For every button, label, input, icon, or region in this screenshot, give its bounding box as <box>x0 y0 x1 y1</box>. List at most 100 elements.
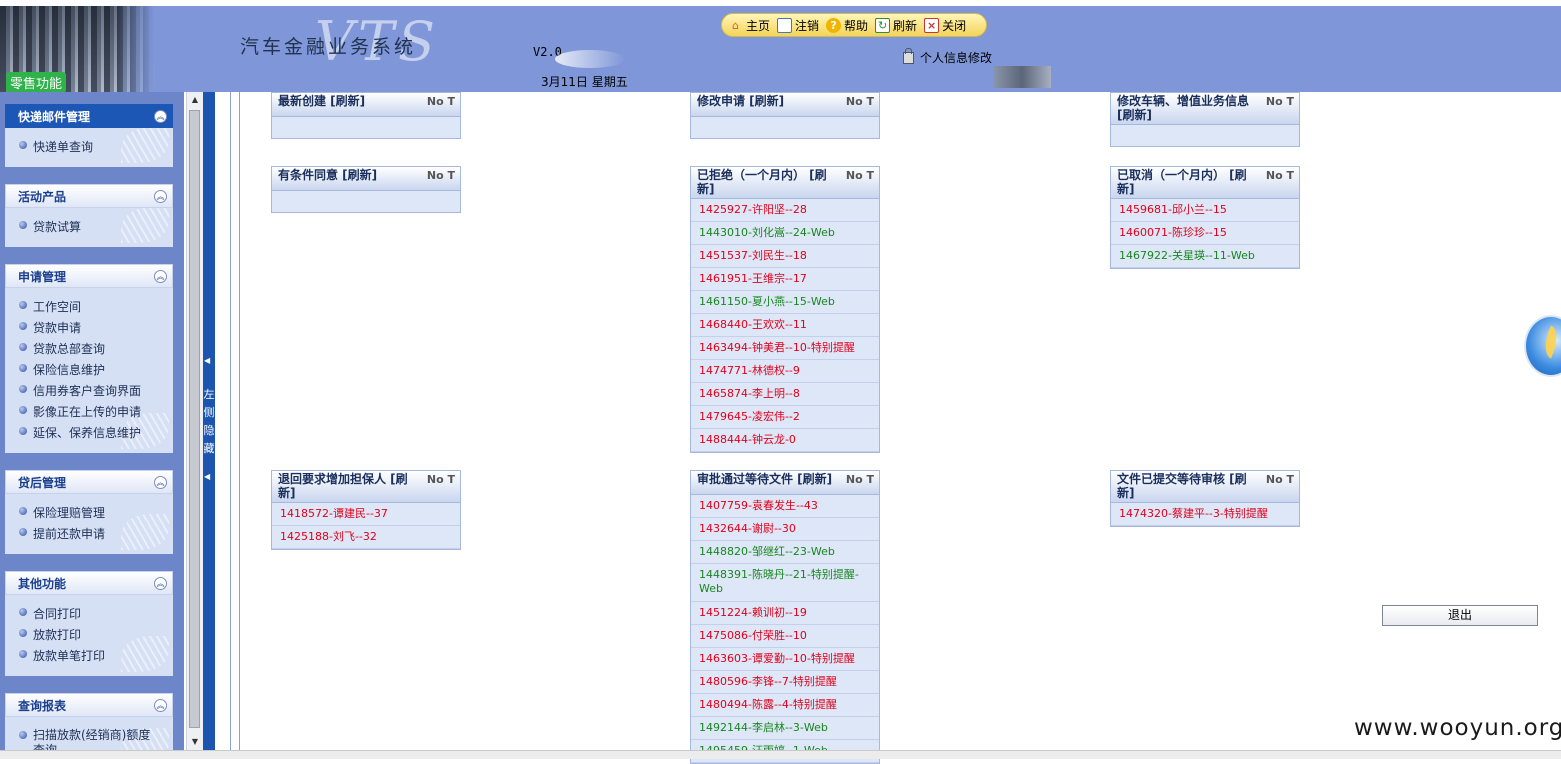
menu-item-single-disbursement-print[interactable]: 放款单笔打印 <box>19 645 173 666</box>
sort-no-indicator: No T <box>1265 473 1294 486</box>
status-box-body <box>272 117 460 138</box>
panel-application-mgmt: 申请管理 ︽ 工作空间 贷款申请 贷款总部查询 保险信息维护 信用券客户查询界面… <box>5 264 173 453</box>
refresh-button[interactable]: ↻ 刷新 <box>875 17 917 34</box>
application-record-link[interactable]: 1475086-付荣胜--10 <box>691 625 879 648</box>
application-record-link[interactable]: 1467922-关星瑛--11-Web <box>1111 245 1299 268</box>
application-record-link[interactable]: 1407759-袁春发生--43 <box>691 495 879 518</box>
header-cars-thumbnail <box>993 66 1051 88</box>
bullet-icon <box>19 731 27 739</box>
personal-info-link[interactable]: 个人信息修改 <box>903 47 993 66</box>
status-box-header[interactable]: 已取消（一个月内） [刷新] No T <box>1111 167 1299 199</box>
application-record-link[interactable]: 1425188-刘飞--32 <box>272 526 460 549</box>
scroll-down-arrow-icon[interactable]: ▼ <box>187 734 203 750</box>
status-box: 已拒绝（一个月内） [刷新] No T 1425927-许阳坚--28 1443010… <box>690 166 880 453</box>
collapse-icon[interactable]: ︽ <box>154 475 167 489</box>
application-record-link[interactable]: 1463603-谭爱勤--10-特别提醒 <box>691 648 879 671</box>
application-record-link[interactable]: 1480494-陈露--4-特别提醒 <box>691 694 879 717</box>
application-record-link[interactable]: 1465874-李上明--8 <box>691 383 879 406</box>
bullet-icon <box>19 426 27 435</box>
personal-info-label: 个人信息修改 <box>920 51 993 65</box>
application-record-link[interactable]: 1488444-钟云龙-0 <box>691 429 879 452</box>
status-box-header[interactable]: 有条件同意 [刷新] No T <box>272 167 460 191</box>
status-box-header[interactable]: 修改车辆、增值业务信息 [刷新] No T <box>1111 93 1299 125</box>
application-record-link[interactable]: 1479645-凌宏伟--2 <box>691 406 879 429</box>
collapse-icon[interactable]: ︽ <box>154 576 167 590</box>
close-button[interactable]: × 关闭 <box>924 17 966 34</box>
menu-item-loan-hq-query[interactable]: 贷款总部查询 <box>19 338 173 359</box>
application-record-link[interactable]: 1480596-李锋--7-特别提醒 <box>691 671 879 694</box>
menu-item-express-query[interactable]: 快递单查询 <box>19 136 173 157</box>
bullet-icon <box>19 384 27 393</box>
status-box-header[interactable]: 修改申请 [刷新] No T <box>691 93 879 117</box>
menu-item-loan-application[interactable]: 贷款申请 <box>19 317 173 338</box>
help-icon: ? <box>826 17 842 33</box>
application-record-link[interactable]: 1418572-谭建民--37 <box>272 503 460 526</box>
sidebar-toggle-bar[interactable]: ◀ 左侧隐藏 ◀ <box>203 92 215 750</box>
application-record-link[interactable]: 1474320-蔡建平--3-特别提醒 <box>1111 503 1299 526</box>
menu-item-contract-print[interactable]: 合同打印 <box>19 603 173 624</box>
menu-item-insurance-claims[interactable]: 保险理赔管理 <box>19 502 173 523</box>
panel-header[interactable]: 其他功能 ︽ <box>5 571 173 595</box>
menu-item-loan-calc[interactable]: 贷款试算 <box>19 216 173 237</box>
application-record-link[interactable]: 1461951-王维宗--17 <box>691 268 879 291</box>
application-record-link[interactable]: 1425927-许阳坚--28 <box>691 199 879 222</box>
menu-item-insurance-info[interactable]: 保险信息维护 <box>19 359 173 380</box>
application-record-link[interactable]: 1463494-钟美君--10-特别提醒 <box>691 337 879 360</box>
application-record-link[interactable]: 1468440-王欢欢--11 <box>691 314 879 337</box>
menu-item-credit-customer-query[interactable]: 信用券客户查询界面 <box>19 380 173 401</box>
panel-header[interactable]: 快递邮件管理 ︽ <box>5 104 173 128</box>
status-box-header[interactable]: 最新创建 [刷新] No T <box>272 93 460 117</box>
bullet-icon <box>19 342 27 351</box>
application-record-link[interactable]: 1448820-邹继红--23-Web <box>691 541 879 564</box>
scroll-up-arrow-icon[interactable]: ▲ <box>187 92 203 108</box>
application-record-link[interactable]: 1432644-谢尉--30 <box>691 518 879 541</box>
bullet-icon <box>19 300 27 309</box>
menu-item-workspace[interactable]: 工作空间 <box>19 296 173 317</box>
menu-item-image-uploading[interactable]: 影像正在上传的申请 <box>19 401 173 422</box>
collapse-icon[interactable]: ︽ <box>154 189 167 203</box>
application-record-link[interactable]: 1461150-夏小燕--15-Web <box>691 291 879 314</box>
sidebar-scrollbar[interactable]: ▲ ▼ <box>186 92 203 750</box>
home-button[interactable]: ⌂ 主页 <box>728 17 770 34</box>
scroll-thumb[interactable] <box>189 110 200 728</box>
help-label: 帮助 <box>844 18 869 33</box>
help-button[interactable]: ? 帮助 <box>826 17 868 34</box>
panel-header[interactable]: 贷后管理 ︽ <box>5 470 173 494</box>
panel-body: 快递单查询 <box>5 128 173 167</box>
menu-item-scan-disbursement-quota[interactable]: 扫描放款(经销商)额度查询 <box>19 725 173 750</box>
application-record-link[interactable]: 1474771-林德权--9 <box>691 360 879 383</box>
application-record-link[interactable]: 1451537-刘民生--18 <box>691 245 879 268</box>
application-record-link[interactable]: 1451224-赖训初--19 <box>691 602 879 625</box>
application-record-link[interactable]: 1460071-陈珍珍--15 <box>1111 222 1299 245</box>
application-record-link[interactable]: 1443010-刘化嵩--24-Web <box>691 222 879 245</box>
application-record-link[interactable]: 1448391-陈晓丹--21-特别提醒-Web <box>691 564 879 602</box>
refresh-icon: ↻ <box>875 17 891 33</box>
menu-item-label: 放款打印 <box>33 628 82 642</box>
collapse-icon[interactable]: ︽ <box>154 698 167 712</box>
refresh-label: 刷新 <box>893 18 918 33</box>
collapse-icon[interactable]: ︽ <box>154 269 167 283</box>
menu-item-label: 保险理赔管理 <box>33 506 106 520</box>
hide-left-label: 左侧隐藏 <box>203 388 215 455</box>
home-icon: ⌂ <box>732 18 739 32</box>
collapse-icon[interactable]: ︽ <box>154 109 167 123</box>
status-box-body <box>1111 125 1299 146</box>
menu-item-label: 贷款申请 <box>33 321 82 335</box>
application-record-link[interactable]: 1492144-李启林--3-Web <box>691 717 879 740</box>
exit-button[interactable]: 退出 <box>1382 605 1538 626</box>
menu-item-early-repayment[interactable]: 提前还款申请 <box>19 523 173 544</box>
menu-item-warranty-maintenance[interactable]: 延保、保养信息维护 <box>19 422 173 443</box>
status-box-body: 1407759-袁春发生--43 1432644-谢尉--30 1448820-邹继… <box>691 495 879 763</box>
status-box-header[interactable]: 已拒绝（一个月内） [刷新] No T <box>691 167 879 199</box>
logout-button[interactable]: 注销 <box>777 17 819 34</box>
panel-header[interactable]: 申请管理 ︽ <box>5 264 173 288</box>
menu-item-disbursement-print[interactable]: 放款打印 <box>19 624 173 645</box>
panel-header[interactable]: 活动产品 ︽ <box>5 184 173 208</box>
status-box-header[interactable]: 审批通过等待文件 [刷新] No T <box>691 471 879 495</box>
application-record-link[interactable]: 1459681-邱小兰--15 <box>1111 199 1299 222</box>
retail-function-label[interactable]: 零售功能 <box>6 72 67 93</box>
header-top-border <box>0 0 1561 6</box>
status-box-header[interactable]: 退回要求增加担保人 [刷新] No T <box>272 471 460 503</box>
panel-header[interactable]: 查询报表 ︽ <box>5 693 173 717</box>
status-box-header[interactable]: 文件已提交等待审核 [刷新] No T <box>1111 471 1299 503</box>
